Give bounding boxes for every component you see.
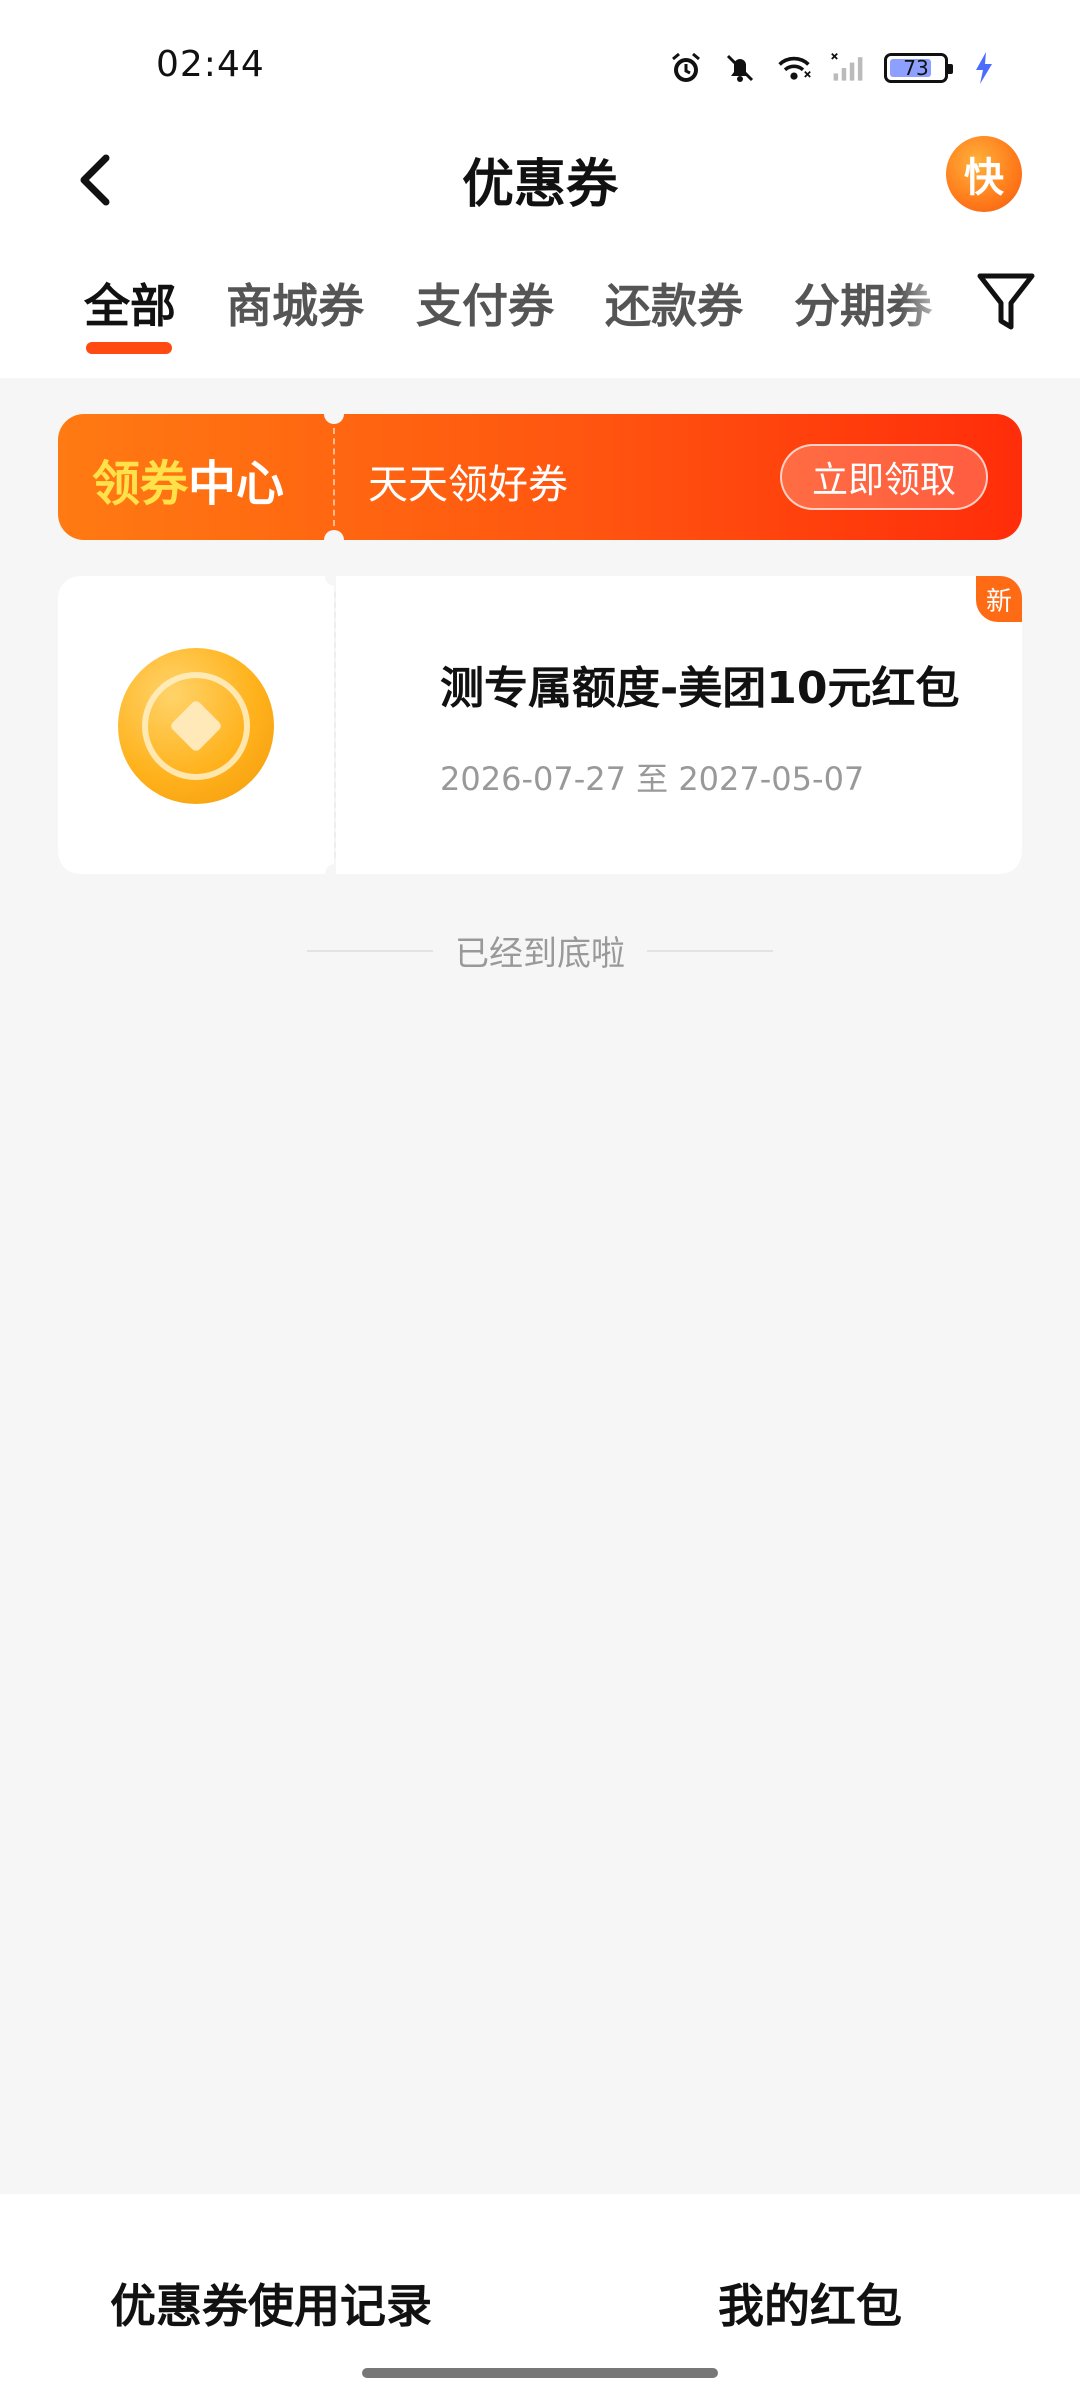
banner-logo-part1: 领券 [92, 456, 189, 512]
coupon-usage-history-link[interactable]: 优惠券使用记录 [110, 2270, 432, 2336]
quick-service-button[interactable]: 快 [946, 136, 1022, 212]
coupon-title: 测专属额度-美团10元红包 [440, 663, 960, 714]
coupon-card[interactable]: 测专属额度-美团10元红包 2026-07-27 至 2027-05-07 新 [58, 566, 1022, 884]
banner-logo: 领券中心 [92, 444, 284, 514]
tab-all[interactable]: 全部 [84, 270, 176, 336]
wifi-icon [776, 50, 812, 86]
home-indicator[interactable] [362, 2368, 718, 2378]
filter-button[interactable] [968, 264, 1044, 340]
banner-logo-part2: 中心 [188, 456, 285, 512]
header: 优惠券 快 [0, 120, 1080, 240]
tab-bar: 全部 商城券 支付券 还款券 分期券 [0, 240, 1080, 378]
tab-fade [900, 240, 960, 378]
my-red-packets-link[interactable]: 我的红包 [718, 2270, 902, 2336]
banner-notch-top [324, 414, 344, 424]
banner-notch-bottom [324, 530, 344, 540]
filter-icon [977, 273, 1035, 330]
status-icons: 73 [668, 44, 1002, 92]
battery-level: 73 [903, 56, 929, 80]
alarm-icon [668, 50, 704, 86]
page-title: 优惠券 [461, 155, 618, 215]
tab-active-indicator [86, 342, 172, 354]
coin-icon [118, 648, 274, 804]
signal-icon [830, 50, 866, 86]
coupon-right: 测专属额度-美团10元红包 2026-07-27 至 2027-05-07 新 [336, 576, 1022, 874]
coupon-validity-date: 2026-07-27 至 2027-05-07 [440, 760, 865, 798]
end-text: 已经到底啦 [455, 934, 625, 974]
new-badge: 新 [976, 576, 1022, 622]
status-time: 02:44 [156, 44, 265, 85]
charging-icon [966, 50, 1002, 86]
battery-icon: 73 [884, 53, 953, 83]
bell-off-icon [722, 50, 758, 86]
status-bar: 02:44 73 [0, 0, 1080, 120]
tab-repayment-coupons[interactable]: 还款券 [605, 270, 743, 336]
claim-now-button[interactable]: 立即领取 [780, 444, 988, 510]
banner-subtitle: 天天领好券 [368, 462, 568, 508]
tab-mall-coupons[interactable]: 商城券 [226, 270, 364, 336]
list-end-marker: 已经到底啦 [0, 926, 1080, 975]
end-line-left [307, 949, 433, 952]
coupon-left [58, 576, 334, 874]
tab-payment-coupons[interactable]: 支付券 [416, 270, 554, 336]
banner-divider [333, 428, 335, 526]
coupon-center-banner[interactable]: 领券中心 天天领好券 立即领取 [58, 414, 1022, 540]
bottom-bar: 优惠券使用记录 我的红包 [0, 2194, 1080, 2400]
end-line-right [647, 949, 773, 952]
quick-badge-label: 快 [964, 155, 1004, 201]
